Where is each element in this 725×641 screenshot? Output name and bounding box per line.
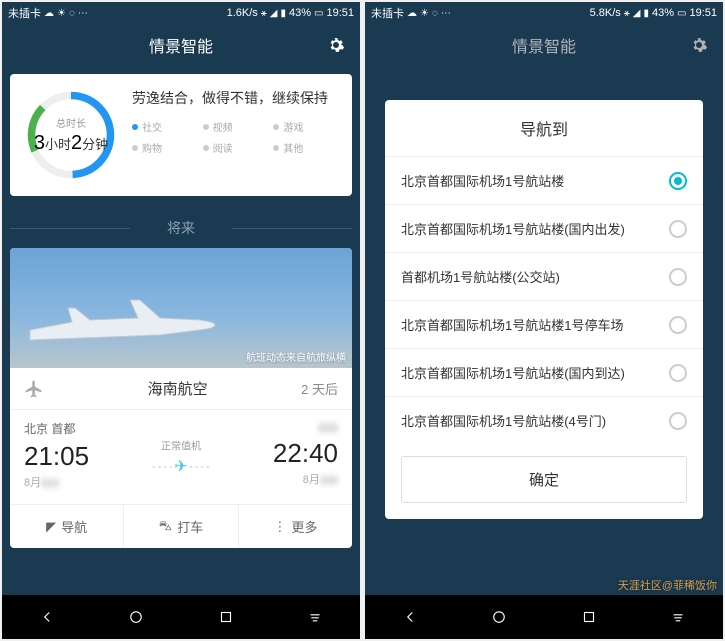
status-bar: 未插卡 ☁ ☀ ◌ ⋯ 1.6K/s ⚹ ◢ ▮ 43% ▭ 19:51 bbox=[2, 2, 360, 24]
no-sim-label: 未插卡 bbox=[371, 5, 404, 21]
nav-button[interactable]: ◤导航 bbox=[10, 505, 124, 548]
battery-icon: ▭ bbox=[314, 8, 323, 19]
radio-icon bbox=[669, 316, 687, 334]
radio-icon bbox=[669, 412, 687, 430]
flight-credit: 航班动态来自航旅纵横 bbox=[246, 349, 346, 364]
option-3[interactable]: 北京首都国际机场1号航站楼1号停车场 bbox=[385, 301, 703, 349]
more-icon: ⋯ bbox=[441, 8, 451, 19]
more-button[interactable]: ⋮更多 bbox=[239, 505, 352, 548]
battery-icon: ▭ bbox=[677, 8, 686, 19]
future-divider: 将来 bbox=[10, 208, 352, 248]
flight-status: 正常值机 ✈ bbox=[152, 438, 209, 477]
dots-icon: ⋮ bbox=[273, 519, 286, 535]
ring-label: 总时长 bbox=[56, 115, 86, 130]
more-icon: ⋯ bbox=[78, 8, 88, 19]
phone-right: 未插卡 ☁ ☀ ◌ ⋯ 5.8K/s ⚹ ◢ ▮ 43% ▭ 19:51 情景智… bbox=[365, 2, 723, 639]
settings-button[interactable] bbox=[326, 35, 346, 55]
option-5[interactable]: 北京首都国际机场1号航站楼(4号门) bbox=[385, 397, 703, 444]
back-button[interactable] bbox=[33, 603, 61, 631]
system-nav-bar bbox=[365, 595, 723, 639]
wifi-icon: ◢ bbox=[633, 8, 641, 19]
cloud-icon: ◌ bbox=[432, 8, 438, 19]
option-2[interactable]: 首都机场1号航站楼(公交站) bbox=[385, 253, 703, 301]
bluetooth-icon: ⚹ bbox=[624, 8, 630, 19]
signal-icon: ▮ bbox=[643, 8, 649, 19]
legend-game: 游戏 bbox=[273, 119, 338, 134]
legend-read: 阅读 bbox=[203, 140, 268, 155]
network-speed: 5.8K/s bbox=[590, 7, 621, 19]
page-title: 情景智能 bbox=[149, 33, 213, 57]
flight-header: 海南航空 2 天后 bbox=[10, 368, 352, 410]
legend-other: 其他 bbox=[273, 140, 338, 155]
confirm-button[interactable]: 确定 bbox=[401, 456, 687, 503]
back-button[interactable] bbox=[396, 603, 424, 631]
wellness-card[interactable]: 总时长 3小时2分钟 劳逸结合，做得不错，继续保持 社交 视频 游戏 购物 阅读… bbox=[10, 74, 352, 196]
phone-left: 未插卡 ☁ ☀ ◌ ⋯ 1.6K/s ⚹ ◢ ▮ 43% ▭ 19:51 情景智… bbox=[2, 2, 360, 639]
flight-actions: ◤导航 ⛍打车 ⋮更多 bbox=[10, 504, 352, 548]
cloud-icon: ◌ bbox=[69, 8, 75, 19]
ring-value: 3小时2分钟 bbox=[34, 132, 108, 155]
flight-card[interactable]: 航班动态来自航旅纵横 海南航空 2 天后 北京 首都 21:05 8月▮▮▮ 正… bbox=[10, 248, 352, 548]
gear-icon bbox=[327, 36, 345, 54]
flight-image: 航班动态来自航旅纵横 bbox=[10, 248, 352, 368]
no-sim-label: 未插卡 bbox=[8, 5, 41, 21]
content-area: 总时长 3小时2分钟 劳逸结合，做得不错，继续保持 社交 视频 游戏 购物 阅读… bbox=[2, 66, 360, 595]
option-0[interactable]: 北京首都国际机场1号航站楼 bbox=[385, 157, 703, 205]
airline-name: 海南航空 bbox=[54, 378, 301, 399]
option-1[interactable]: 北京首都国际机场1号航站楼(国内出发) bbox=[385, 205, 703, 253]
weather-icon: ☁ bbox=[407, 8, 417, 19]
dropdown-button[interactable] bbox=[664, 603, 692, 631]
dropdown-button[interactable] bbox=[301, 603, 329, 631]
bluetooth-icon: ⚹ bbox=[261, 8, 267, 19]
network-speed: 1.6K/s bbox=[227, 7, 258, 19]
legend-shop: 购物 bbox=[132, 140, 197, 155]
wifi-icon: ◢ bbox=[270, 8, 278, 19]
home-button[interactable] bbox=[485, 603, 513, 631]
battery-percent: 43% bbox=[289, 7, 311, 19]
option-list: 北京首都国际机场1号航站楼 北京首都国际机场1号航站楼(国内出发) 首都机场1号… bbox=[385, 156, 703, 444]
flight-times: 北京 首都 21:05 8月▮▮▮ 正常值机 ✈ ▮▮▮ 22:40 8月▮▮▮ bbox=[10, 410, 352, 504]
recent-button[interactable] bbox=[212, 603, 240, 631]
legend-video: 视频 bbox=[203, 119, 268, 134]
watermark: 天涯社区@菲稀饭你 bbox=[618, 577, 717, 593]
recent-button[interactable] bbox=[575, 603, 603, 631]
sun-icon: ☀ bbox=[420, 8, 429, 19]
days-after: 2 天后 bbox=[301, 379, 338, 398]
dep-city: 北京 首都 bbox=[24, 420, 181, 437]
plane-small-icon bbox=[24, 379, 44, 399]
home-button[interactable] bbox=[122, 603, 150, 631]
system-nav-bar bbox=[2, 595, 360, 639]
clock: 19:51 bbox=[326, 7, 354, 19]
radio-icon bbox=[669, 268, 687, 286]
airplane-icon bbox=[20, 290, 220, 360]
signal-icon: ▮ bbox=[280, 8, 286, 19]
status-bar: 未插卡 ☁ ☀ ◌ ⋯ 5.8K/s ⚹ ◢ ▮ 43% ▭ 19:51 bbox=[365, 2, 723, 24]
usage-ring: 总时长 3小时2分钟 bbox=[24, 88, 118, 182]
battery-percent: 43% bbox=[652, 7, 674, 19]
wellness-message: 劳逸结合，做得不错，继续保持 bbox=[132, 88, 338, 109]
legend: 社交 视频 游戏 购物 阅读 其他 bbox=[132, 119, 338, 155]
clock: 19:51 bbox=[689, 7, 717, 19]
option-4[interactable]: 北京首都国际机场1号航站楼(国内到达) bbox=[385, 349, 703, 397]
radio-icon bbox=[669, 220, 687, 238]
arr-city: ▮▮▮ bbox=[181, 420, 338, 434]
sun-icon: ☀ bbox=[57, 8, 66, 19]
radio-icon bbox=[669, 364, 687, 382]
app-header: 情景智能 bbox=[2, 24, 360, 66]
legend-social: 社交 bbox=[132, 119, 197, 134]
weather-icon: ☁ bbox=[44, 8, 54, 19]
radio-icon bbox=[669, 172, 687, 190]
dialog-title: 导航到 bbox=[385, 100, 703, 156]
dialog-overlay[interactable]: 导航到 北京首都国际机场1号航站楼 北京首都国际机场1号航站楼(国内出发) 首都… bbox=[365, 24, 723, 595]
nav-arrow-icon: ◤ bbox=[46, 519, 56, 535]
car-icon: ⛍ bbox=[159, 518, 172, 536]
nav-dialog: 导航到 北京首都国际机场1号航站楼 北京首都国际机场1号航站楼(国内出发) 首都… bbox=[385, 100, 703, 519]
taxi-button[interactable]: ⛍打车 bbox=[124, 505, 238, 548]
